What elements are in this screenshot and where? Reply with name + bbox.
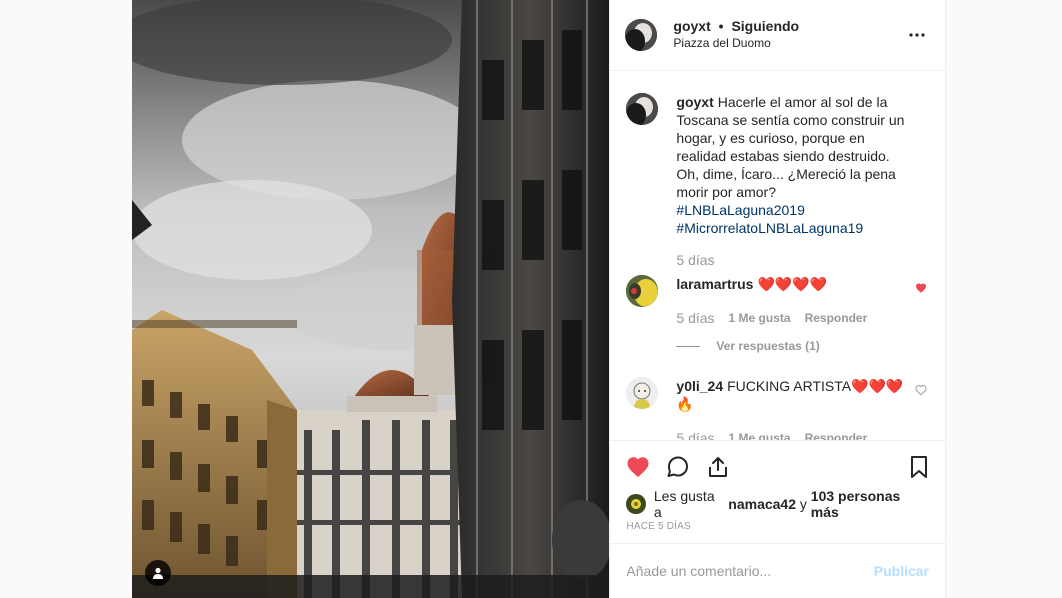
user-icon — [153, 567, 163, 579]
post-sidebar: goyxt • Siguiendo Piazza del Duomo goyxt… — [609, 0, 945, 598]
comment-username[interactable]: laramartrus — [676, 276, 753, 292]
separator-dot: • — [718, 18, 724, 35]
liker-username[interactable]: namaca42 — [728, 496, 796, 512]
bookmark-icon[interactable] — [907, 455, 931, 479]
comment-likes[interactable]: 1 Me gusta — [729, 309, 791, 327]
commenter-avatar-image — [626, 377, 659, 410]
liker-avatar[interactable] — [626, 493, 646, 514]
publish-button[interactable]: Publicar — [874, 563, 929, 579]
comment-meta: 5 días 1 Me gusta Responder — [676, 429, 909, 439]
tagged-users-button[interactable] — [145, 560, 171, 586]
comment-likes[interactable]: 1 Me gusta — [729, 429, 791, 439]
commenter-avatar-image — [626, 275, 659, 308]
comment-like-heart-outline-icon[interactable] — [915, 384, 927, 396]
commenter-avatar[interactable] — [626, 377, 659, 410]
comments-list[interactable]: goyxt Hacerle el amor al sol de la Toscan… — [610, 71, 945, 440]
comment-username[interactable]: y0li_24 — [676, 378, 723, 394]
action-bar — [610, 439, 945, 493]
comment-icon[interactable] — [666, 455, 690, 479]
hashtag-link[interactable]: #MicrorrelatoLNBLaLaguna19 — [676, 219, 909, 237]
comment-time[interactable]: 5 días — [676, 309, 714, 327]
caption-meta: 5 días — [676, 251, 909, 269]
post-timestamp[interactable]: HACE 5 DÍAS — [610, 520, 945, 544]
caption: goyxt Hacerle el amor al sol de la Toscan… — [626, 93, 929, 269]
follow-status-button[interactable]: Siguiendo — [731, 18, 799, 34]
like-button-heart-filled-icon[interactable] — [626, 455, 650, 479]
comment-item: y0li_24 FUCKING ARTISTA❤️❤️❤️🔥 5 días 1 M… — [626, 377, 929, 440]
post-header: goyxt • Siguiendo Piazza del Duomo — [610, 0, 945, 72]
header-text: goyxt • Siguiendo Piazza del Duomo — [673, 18, 905, 52]
caption-avatar[interactable] — [626, 93, 659, 126]
author-avatar[interactable] — [625, 19, 658, 52]
caption-text: Hacerle el amor al sol de la Toscana se … — [676, 94, 905, 201]
more-options-button[interactable] — [905, 23, 929, 47]
likes-others-link[interactable]: 103 personas más — [811, 488, 929, 520]
likes-conj: y — [799, 495, 807, 512]
caption-body: goyxt Hacerle el amor al sol de la Toscan… — [676, 93, 929, 269]
hashtag-link[interactable]: #LNBLaLaguna2019 — [676, 201, 909, 219]
comment-time[interactable]: 5 días — [676, 429, 714, 439]
post-modal: goyxt • Siguiendo Piazza del Duomo goyxt… — [132, 0, 946, 598]
caption-avatar-image — [626, 93, 659, 126]
reply-button[interactable]: Responder — [805, 309, 868, 327]
post-photo[interactable] — [132, 0, 610, 598]
caption-time[interactable]: 5 días — [676, 251, 714, 269]
comment-meta: 5 días 1 Me gusta Responder — [676, 309, 909, 327]
liker-avatar-image — [626, 493, 646, 514]
comment-item: laramartrus ❤️❤️❤️❤️ 5 días 1 Me gusta Re… — [626, 275, 929, 327]
comment-body: laramartrus ❤️❤️❤️❤️ 5 días 1 Me gusta Re… — [676, 275, 929, 327]
commenter-avatar[interactable] — [626, 275, 659, 308]
comment-input[interactable] — [626, 563, 874, 580]
ellipsis-icon — [909, 33, 925, 37]
location-link[interactable]: Piazza del Duomo — [673, 35, 905, 52]
page: goyxt • Siguiendo Piazza del Duomo goyxt… — [0, 0, 1062, 598]
reply-button[interactable]: Responder — [805, 429, 868, 439]
comment-body: y0li_24 FUCKING ARTISTA❤️❤️❤️🔥 5 días 1 M… — [676, 377, 929, 439]
caption-username[interactable]: goyxt — [676, 94, 713, 110]
header-top: goyxt • Siguiendo — [673, 18, 905, 35]
likes-summary: Les gusta a namaca42 y 103 personas más — [610, 488, 945, 520]
author-username[interactable]: goyxt — [673, 18, 710, 34]
likes-prefix: Les gusta a — [653, 487, 715, 520]
comment-like-heart-filled-icon[interactable] — [915, 282, 927, 294]
view-replies-label: Ver respuestas (1) — [716, 339, 820, 354]
add-comment-section: Publicar — [610, 543, 945, 598]
replies-divider — [676, 345, 701, 347]
share-icon[interactable] — [706, 455, 730, 479]
view-replies-button[interactable]: Ver respuestas (1) — [676, 339, 929, 353]
author-avatar-image — [625, 19, 658, 52]
duomo-photo — [132, 0, 610, 598]
comment-text: ❤️❤️❤️❤️ — [757, 276, 828, 293]
